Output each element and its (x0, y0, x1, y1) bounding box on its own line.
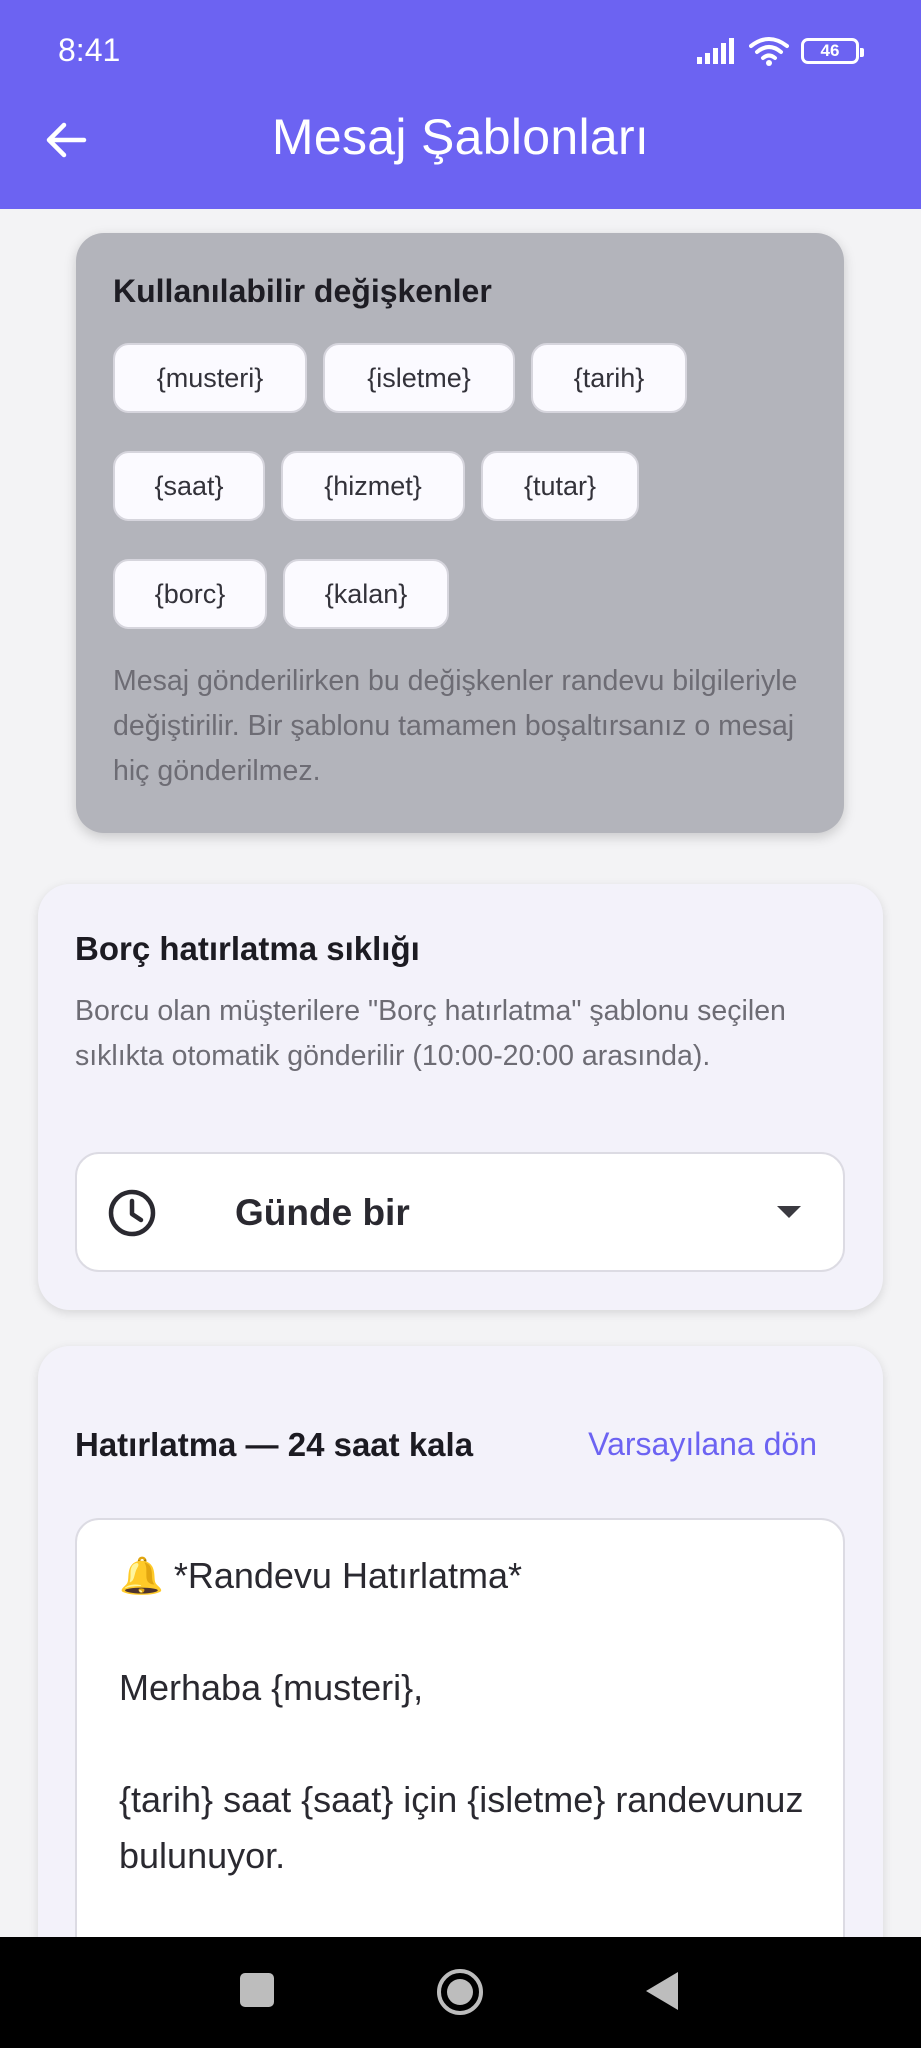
wifi-icon (749, 37, 789, 66)
variable-chip-borc[interactable]: {borc} (113, 559, 267, 629)
variables-title: Kullanılabilir değişkenler (113, 273, 492, 309)
status-time: 8:41 (58, 32, 121, 68)
frequency-select[interactable]: Günde bir (75, 1152, 845, 1272)
recent-apps-button[interactable] (240, 1973, 274, 2007)
variable-chip-tarih[interactable]: {tarih} (531, 343, 687, 413)
reminder-template-title: Hatırlatma — 24 saat kala (75, 1426, 474, 1463)
back-nav-button[interactable] (644, 1970, 680, 2012)
signal-icon (697, 38, 734, 64)
system-nav-bar (0, 1937, 921, 2048)
variable-chip-hizmet[interactable]: {hizmet} (281, 451, 465, 521)
reset-to-default-button[interactable]: Varsayılana dön (588, 1426, 817, 1463)
debt-reminder-card: Borç hatırlatma sıklığı Borcu olan müşte… (38, 884, 883, 1310)
app-bar: 8:41 46 Mesaj Şablonları (0, 0, 921, 209)
clock-icon (108, 1189, 156, 1237)
battery-level: 46 (820, 41, 840, 60)
chevron-down-icon (777, 1206, 801, 1218)
debt-reminder-description: Borcu olan müşterilere "Borç hatırlatma"… (75, 995, 786, 1072)
battery-icon: 46 (801, 38, 864, 64)
frequency-selected-value: Günde bir (235, 1192, 410, 1233)
triangle-back-icon (646, 1972, 678, 2010)
variable-chip-musteri[interactable]: {musteri} (113, 343, 307, 413)
status-icons: 46 (697, 34, 864, 68)
variable-chip-tutar[interactable]: {tutar} (481, 451, 639, 521)
variable-chip-kalan[interactable]: {kalan} (283, 559, 449, 629)
template-text-content: 🔔 *Randevu Hatırlatma* Merhaba {musteri}… (119, 1555, 804, 1876)
variable-chip-saat[interactable]: {saat} (113, 451, 265, 521)
home-button[interactable] (436, 1968, 484, 2016)
variables-note: Mesaj gönderilirken bu değişkenler rande… (113, 665, 798, 787)
home-circle-icon (437, 1969, 483, 2015)
variable-chip-isletme[interactable]: {isletme} (323, 343, 515, 413)
page-title: Mesaj Şablonları (271, 109, 650, 165)
debt-reminder-title: Borç hatırlatma sıklığı (75, 930, 420, 967)
variables-card: Kullanılabilir değişkenler {musteri} {is… (76, 233, 844, 833)
